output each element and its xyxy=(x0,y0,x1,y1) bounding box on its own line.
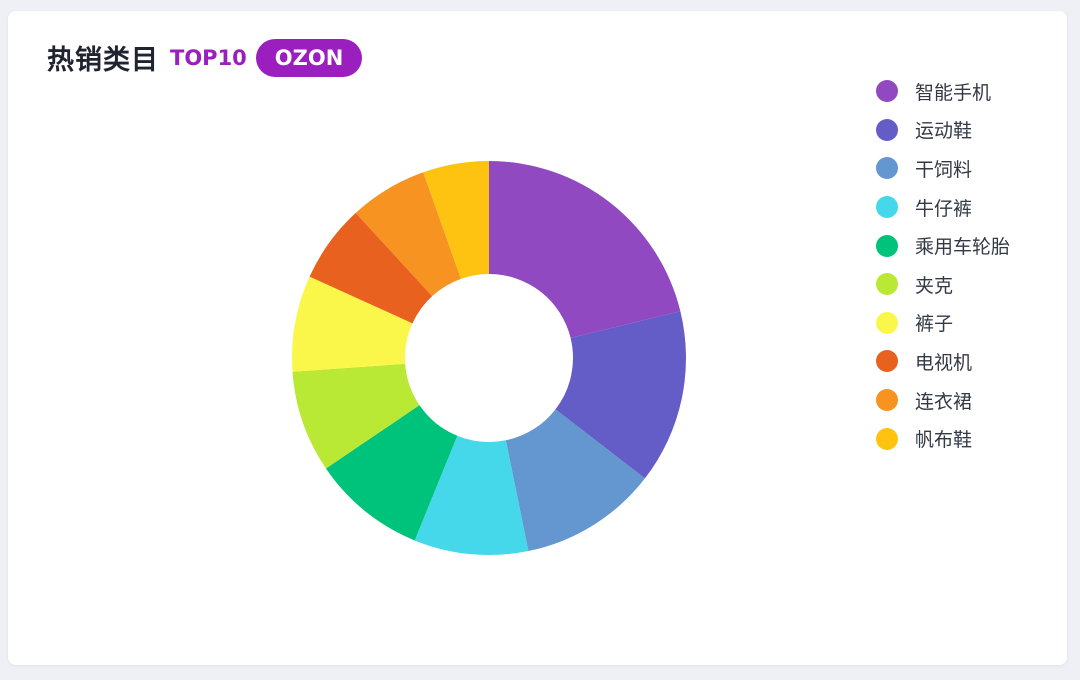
legend-color-dot xyxy=(876,118,898,141)
legend-item[interactable]: 运动鞋 xyxy=(876,111,1010,150)
legend-color-dot xyxy=(876,196,898,219)
legend-item[interactable]: 智能手机 xyxy=(876,72,1010,111)
legend-label: 裤子 xyxy=(915,313,954,336)
legend-label: 连衣裙 xyxy=(915,390,973,413)
legend-item[interactable]: 帆布鞋 xyxy=(876,419,1010,458)
legend-color-dot xyxy=(876,80,898,103)
legend-item[interactable]: 乘用车轮胎 xyxy=(876,226,1010,265)
legend-color-dot xyxy=(876,273,898,296)
legend-color-dot xyxy=(876,234,898,257)
legend-label: 干饲料 xyxy=(915,158,973,181)
legend-label: 运动鞋 xyxy=(915,120,973,143)
legend-item[interactable]: 牛仔裤 xyxy=(876,188,1010,227)
legend-item[interactable]: 连衣裙 xyxy=(876,381,1010,420)
legend-label: 智能手机 xyxy=(915,81,992,104)
slice-1[interactable] xyxy=(489,161,681,339)
chart-legend: 智能手机运动鞋干饲料牛仔裤乘用车轮胎夹克裤子电视机连衣裙帆布鞋 xyxy=(876,72,1010,458)
legend-color-dot xyxy=(876,389,898,412)
legend-label: 夹克 xyxy=(915,274,954,297)
legend-color-dot xyxy=(876,427,898,450)
legend-item[interactable]: 裤子 xyxy=(876,304,1010,343)
legend-item[interactable]: 电视机 xyxy=(876,342,1010,381)
legend-color-dot xyxy=(876,350,898,373)
legend-label: 帆布鞋 xyxy=(915,429,973,452)
legend-item[interactable]: 夹克 xyxy=(876,265,1010,304)
legend-label: 牛仔裤 xyxy=(915,197,973,220)
legend-label: 乘用车轮胎 xyxy=(915,236,1011,259)
legend-color-dot xyxy=(876,157,898,180)
legend-label: 电视机 xyxy=(915,351,973,374)
legend-item[interactable]: 干饲料 xyxy=(876,149,1010,188)
legend-color-dot xyxy=(876,311,898,334)
